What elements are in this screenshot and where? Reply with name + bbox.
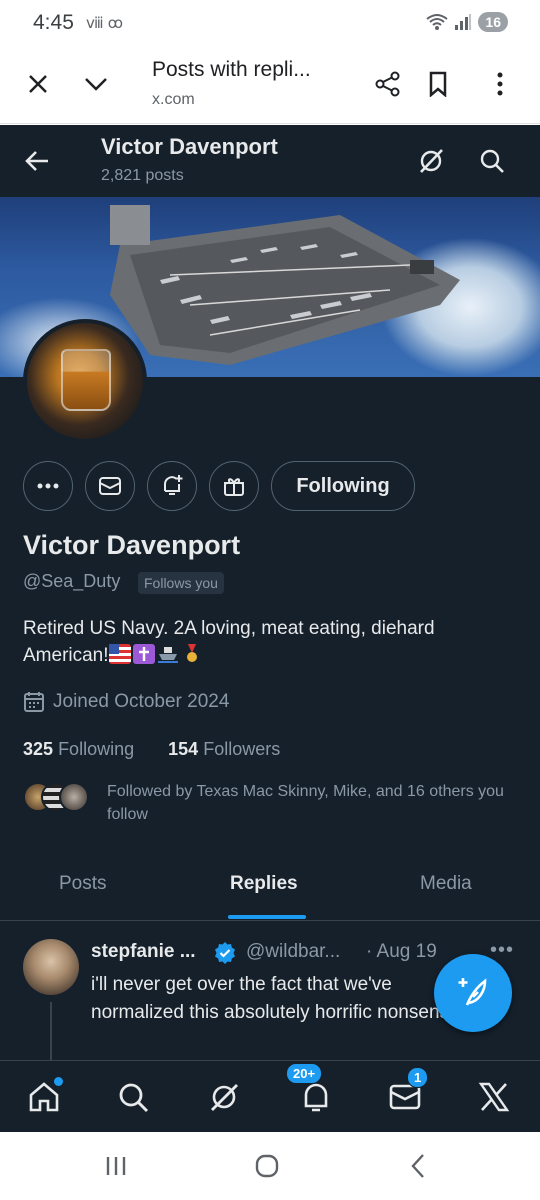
cross-emoji (132, 644, 155, 664)
ship-emoji (157, 644, 179, 664)
verified-badge-icon (213, 941, 237, 970)
tab-media[interactable]: Media (420, 873, 472, 895)
bio-text: Retired US Navy. 2A loving, meat eating,… (23, 618, 435, 666)
followed-by-text: Followed by Texas Mac Skinny, Mike, and … (107, 783, 504, 823)
followers-label: Followers (203, 739, 281, 759)
home-unread-dot (54, 1077, 63, 1086)
profile-header: Victor Davenport 2,821 posts (0, 125, 540, 197)
post-more-icon[interactable]: ••• (490, 939, 514, 962)
feather-plus-icon (458, 978, 487, 1006)
active-tab-indicator (228, 915, 306, 919)
more-vert-icon[interactable] (480, 64, 520, 104)
avatar (59, 782, 89, 812)
close-icon[interactable] (18, 64, 58, 104)
gift-icon (224, 478, 244, 496)
back-button-icon[interactable] (398, 1152, 438, 1180)
more-horiz-icon (37, 483, 59, 489)
search-icon[interactable] (474, 143, 510, 179)
wifi-icon (426, 14, 449, 30)
profile-actions: Following (0, 461, 540, 511)
header-name: Victor Davenport (101, 134, 278, 159)
post-author-handle: @wildbar... (246, 941, 341, 962)
bell-plus-icon (164, 475, 183, 495)
message-button[interactable] (85, 461, 135, 511)
profile-page: Victor Davenport 2,821 posts Following V… (0, 125, 540, 1132)
user-handle: @Sea_Duty (23, 571, 121, 591)
nav-messages[interactable]: 1 (381, 1067, 429, 1121)
post-author-avatar[interactable] (23, 939, 79, 995)
grok-icon[interactable] (413, 143, 449, 179)
profile-bio: Retired US Navy. 2A loving, meat eating,… (23, 615, 503, 669)
battery-indicator: 16 (478, 12, 508, 32)
nav-search[interactable] (109, 1073, 157, 1121)
profile-tabs: Posts Replies Media (0, 847, 540, 921)
gift-button[interactable] (209, 461, 259, 511)
profile-avatar[interactable] (23, 319, 147, 443)
home-button-icon[interactable] (247, 1152, 287, 1180)
messages-badge: 1 (407, 1067, 429, 1088)
back-arrow-icon[interactable] (20, 143, 56, 179)
page-domain: x.com (152, 91, 195, 108)
system-navigation-bar (0, 1132, 540, 1200)
joined-date: Joined October 2024 (23, 691, 229, 713)
nav-x-premium[interactable] (470, 1073, 518, 1121)
chevron-down-icon[interactable] (76, 64, 116, 104)
us-flag-emoji (108, 644, 131, 664)
nav-home[interactable] (20, 1073, 68, 1121)
calendar-icon (24, 692, 44, 712)
nav-grok[interactable] (200, 1073, 248, 1121)
bookmark-icon[interactable] (418, 64, 458, 104)
compose-post-button[interactable] (434, 954, 512, 1032)
followed-by[interactable]: Followed by Texas Mac Skinny, Mike, and … (23, 780, 523, 830)
followers-count: 154 (168, 739, 199, 759)
recent-apps-icon[interactable] (96, 1152, 136, 1180)
search-icon (119, 1083, 149, 1113)
thread-line (50, 1002, 52, 1062)
post-date[interactable]: · Aug 19 (366, 941, 437, 963)
following-button[interactable]: Following (271, 461, 415, 511)
signal-icon (455, 14, 472, 30)
post-text: i'll never get over the fact that we've … (91, 974, 460, 1023)
follows-you-badge: Follows you (138, 572, 224, 594)
page-title: Posts with repli... (152, 58, 311, 81)
follow-stats: 325 Following 154 Followers (23, 739, 280, 760)
whiskey-glass-image (61, 349, 111, 411)
bell-icon (304, 1083, 328, 1112)
x-logo-icon (478, 1082, 510, 1112)
browser-toolbar: Posts with repli... x.com (0, 44, 540, 124)
aircraft-carrier-image (110, 205, 460, 365)
status-notification-icons: ⅷ ꝏ (86, 15, 124, 32)
joined-text: Joined October 2024 (53, 691, 230, 712)
status-bar: 4:45 ⅷ ꝏ 16 (0, 0, 540, 44)
tab-replies[interactable]: Replies (230, 873, 298, 895)
post-author-name[interactable]: stepfanie ... (91, 941, 196, 963)
envelope-icon (99, 477, 121, 495)
following-label: Following (58, 739, 135, 759)
following-link[interactable]: 325 Following (23, 739, 134, 759)
header-post-count: 2,821 posts (101, 167, 184, 184)
followers-link[interactable]: 154 Followers (168, 739, 280, 759)
medal-emoji (181, 644, 203, 664)
tab-posts[interactable]: Posts (59, 873, 107, 895)
following-count: 325 (23, 739, 54, 759)
nav-notifications[interactable]: 20+ (286, 1063, 340, 1121)
bottom-navigation: 20+ 1 (0, 1060, 540, 1132)
status-time: 4:45 (33, 11, 74, 34)
follower-avatars (23, 782, 93, 816)
grok-icon (211, 1084, 238, 1111)
share-icon[interactable] (368, 64, 408, 104)
notifications-badge: 20+ (286, 1063, 323, 1084)
notify-button[interactable] (147, 461, 197, 511)
display-name: Victor Davenport (23, 530, 241, 560)
more-options-button[interactable] (23, 461, 73, 511)
